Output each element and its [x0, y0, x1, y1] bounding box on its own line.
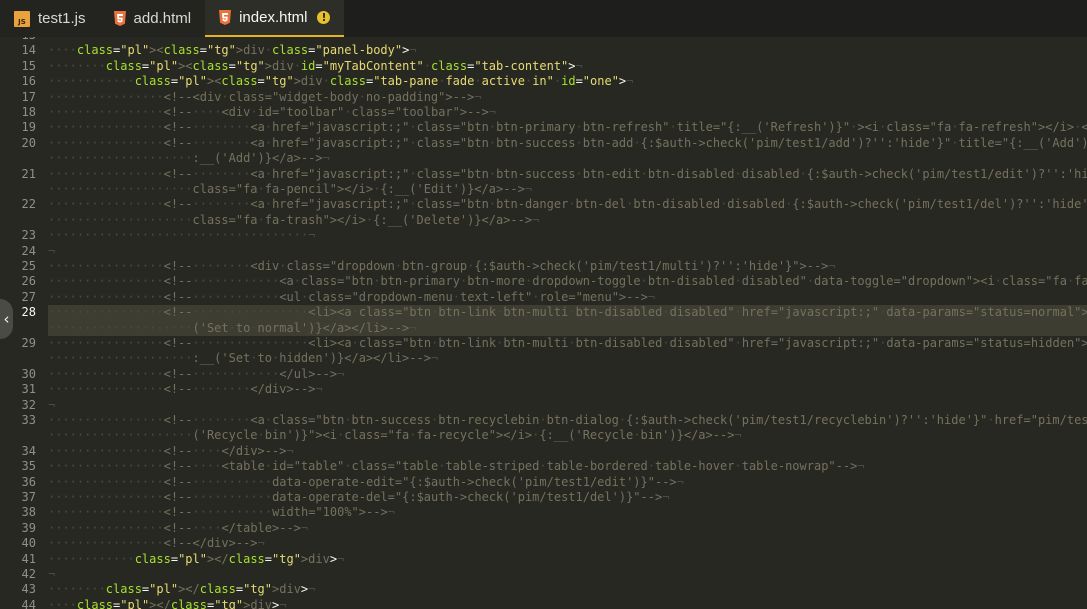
code-line[interactable]: ················<!--········<a·class="bt… [48, 413, 1087, 428]
line-number [0, 428, 36, 443]
line-number: 19 [21, 120, 36, 135]
line-number: 14 [21, 43, 36, 58]
code-line[interactable]: ················<!--············<ul·clas… [48, 290, 655, 305]
line-number: 31 [21, 382, 36, 397]
line-number: 23 [21, 228, 36, 243]
line-number: 36 [21, 474, 36, 489]
code-line[interactable]: ····················('Recycle·bin')}"><i… [48, 428, 742, 443]
tab-label: index.html [239, 9, 308, 26]
line-number: 15 [21, 58, 36, 73]
tab-label: test1.js [38, 10, 86, 27]
code-line[interactable]: ················<!--····<div·id="toolbar… [48, 105, 496, 120]
code-area[interactable]: ····class="pl"><class="tg">div·class="pa… [48, 37, 1087, 609]
code-line[interactable]: ················<!--···········data-oper… [48, 475, 684, 490]
line-number: 26 [21, 274, 36, 289]
tab-add-html[interactable]: add.html [99, 0, 206, 37]
line-number: 32 [21, 397, 36, 412]
code-line[interactable]: ················<!--····</div>-->¬ [48, 444, 294, 459]
tab-index-html[interactable]: index.html ! [205, 0, 345, 37]
code-line[interactable]: ····class="pl"></class="tg">div>¬ [48, 598, 287, 609]
line-number: 24 [21, 243, 36, 258]
code-line[interactable]: ················<!--···········width="10… [48, 505, 395, 520]
code-line[interactable]: ················<!--<div·class="widget-b… [48, 90, 482, 105]
tab-test1-js[interactable]: JS test1.js [0, 0, 100, 37]
code-line[interactable]: ············class="pl"></class="tg">div>… [48, 552, 344, 567]
line-number: 42 [21, 567, 36, 581]
code-line[interactable]: ················<!--</div>-->¬ [48, 536, 265, 551]
code-line[interactable]: ················<!--········</div>-->¬ [48, 382, 323, 397]
line-number [0, 351, 36, 366]
line-number [0, 213, 36, 228]
line-number: 44 [21, 597, 36, 609]
line-number: 41 [21, 551, 36, 566]
line-number: 30 [21, 366, 36, 381]
code-line[interactable]: ····················class="fa·fa-trash">… [48, 213, 539, 228]
code-line[interactable]: ····················('Set·to·normal')}</… [48, 320, 1087, 336]
js-file-icon: JS [14, 10, 30, 27]
code-line[interactable]: ················<!--····<table·id="table… [48, 459, 865, 474]
code-line[interactable]: ········class="pl"><class="tg">div·id="m… [48, 59, 583, 74]
code-line[interactable]: ········class="pl"></class="tg">div>¬ [48, 582, 315, 597]
code-line[interactable]: ················<!--········<a·href="jav… [48, 197, 1087, 212]
line-number: 38 [21, 505, 36, 520]
code-line[interactable]: ················<!--············</ul>-->… [48, 367, 344, 382]
line-number [0, 151, 36, 166]
code-line[interactable]: ····················:__('Add')}</a>-->¬ [48, 151, 330, 166]
code-line[interactable]: ················<!--········<a·href="jav… [48, 136, 1087, 151]
line-number: 33 [21, 413, 36, 427]
line-number: 17 [21, 89, 36, 104]
line-number: 22 [21, 197, 36, 212]
html5-file-icon [219, 10, 232, 25]
line-number: 37 [21, 490, 36, 504]
code-line[interactable]: ····················:__('Set·to·hidden')… [48, 351, 438, 366]
code-line[interactable]: ····································¬ [48, 228, 315, 243]
code-line[interactable]: ················<!--········<div·class="… [48, 259, 836, 274]
html5-file-icon [113, 11, 126, 26]
line-number: 21 [21, 166, 36, 181]
line-number: 20 [21, 135, 36, 150]
code-line[interactable]: ¬ [48, 567, 55, 582]
code-line[interactable]: ····class="pl"><class="tg">div·class="pa… [48, 43, 417, 58]
warning-icon[interactable]: ! [317, 11, 331, 24]
line-number: 43 [21, 582, 36, 597]
code-line[interactable]: ················<!--········<a·href="jav… [48, 120, 1087, 135]
line-number: 16 [21, 74, 36, 89]
code-line[interactable]: ················<!--········<a·href="jav… [48, 167, 1087, 182]
line-number: 39 [21, 520, 36, 535]
code-line[interactable]: ················<!--············<a·class… [48, 274, 1087, 289]
code-line[interactable]: ¬ [48, 244, 55, 259]
code-line[interactable]: ················<!--················<li>… [48, 336, 1087, 351]
line-number: 35 [21, 459, 36, 474]
code-line[interactable]: ················<!--················<li>… [48, 305, 1087, 321]
code-line[interactable]: ············class="pl"><class="tg">div·c… [48, 74, 633, 89]
line-number: 34 [21, 443, 36, 458]
code-line[interactable]: ····················class="fa·fa-pencil"… [48, 182, 532, 197]
code-line[interactable]: ¬ [48, 398, 55, 413]
editor-tab-bar: JS test1.js add.html index.html ! [0, 0, 1087, 37]
code-line[interactable]: ················<!--····</table>-->¬ [48, 521, 308, 536]
code-editor[interactable]: 1314151617181920212223242526272829303132… [0, 37, 1087, 609]
line-number: 40 [21, 536, 36, 551]
line-number: 25 [21, 259, 36, 273]
line-number [0, 182, 36, 197]
line-number: 18 [21, 105, 36, 119]
code-line[interactable]: ················<!--···········data-oper… [48, 490, 669, 505]
tab-label: add.html [133, 10, 192, 27]
